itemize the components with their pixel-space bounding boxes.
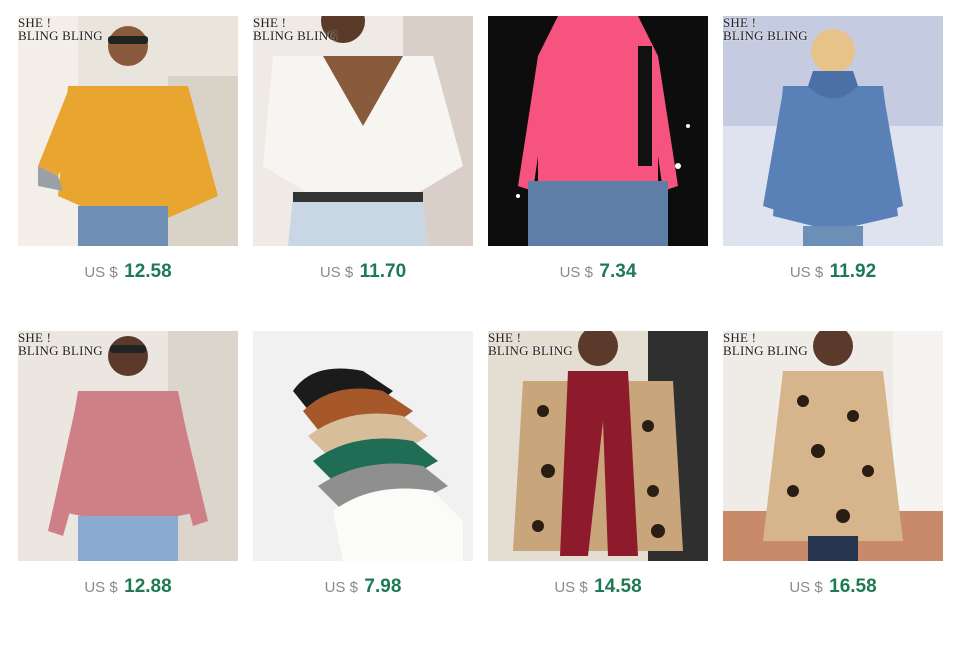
brand-logo: SHE ! BLING BLING [488,331,573,358]
product-image[interactable] [488,16,708,246]
product-price: US $ 11.70 [253,260,473,285]
currency-label: US $ [324,579,358,596]
price-value: 16.58 [829,576,877,597]
product-card[interactable]: US $ 7.34 [488,16,708,316]
price-value: 7.98 [364,576,402,597]
currency-label: US $ [789,579,823,596]
product-price: US $ 11.92 [723,260,943,285]
product-image[interactable] [253,331,473,561]
product-card[interactable]: SHE ! BLING BLING US $ 12.58 [18,16,238,316]
brand-logo: SHE ! BLING BLING [18,16,103,43]
product-image[interactable]: SHE ! BLING BLING [723,16,943,246]
brand-logo: SHE ! BLING BLING [723,331,808,358]
product-image[interactable]: SHE ! BLING BLING [18,16,238,246]
product-card[interactable]: SHE ! BLING BLING US $ 14.58 [488,331,708,631]
product-price: US $ 16.58 [723,575,943,600]
product-card[interactable]: SHE ! BLING BLING US $ 11.70 [253,16,473,316]
product-image[interactable]: SHE ! BLING BLING [488,331,708,561]
product-card[interactable]: SHE ! BLING BLING US $ 12.88 [18,331,238,631]
product-image[interactable]: SHE ! BLING BLING [18,331,238,561]
price-value: 11.92 [829,261,877,282]
product-price: US $ 14.58 [488,575,708,600]
currency-label: US $ [789,264,824,281]
brand-logo: SHE ! BLING BLING [723,16,808,43]
price-value: 11.70 [359,261,407,282]
price-value: 7.34 [599,261,637,282]
currency-label: US $ [84,579,118,596]
product-price: US $ 12.58 [18,260,238,285]
product-image[interactable]: SHE ! BLING BLING [723,331,943,561]
product-price: US $ 7.98 [253,575,473,600]
currency-label: US $ [84,264,118,281]
product-card[interactable]: SHE ! BLING BLING US $ 16.58 [723,331,943,631]
product-price: US $ 12.88 [18,575,238,600]
currency-label: US $ [554,579,588,596]
price-value: 12.88 [124,576,172,597]
brand-logo: SHE ! BLING BLING [18,331,103,358]
brand-logo: SHE ! BLING BLING [253,16,338,43]
product-price: US $ 7.34 [488,260,708,285]
product-image[interactable]: SHE ! BLING BLING [253,16,473,246]
currency-label: US $ [559,264,593,281]
currency-label: US $ [319,264,354,281]
product-card[interactable]: US $ 7.98 [253,331,473,631]
product-card[interactable]: SHE ! BLING BLING US $ 11.92 [723,16,943,316]
price-value: 12.58 [124,261,172,282]
price-value: 14.58 [594,576,642,597]
